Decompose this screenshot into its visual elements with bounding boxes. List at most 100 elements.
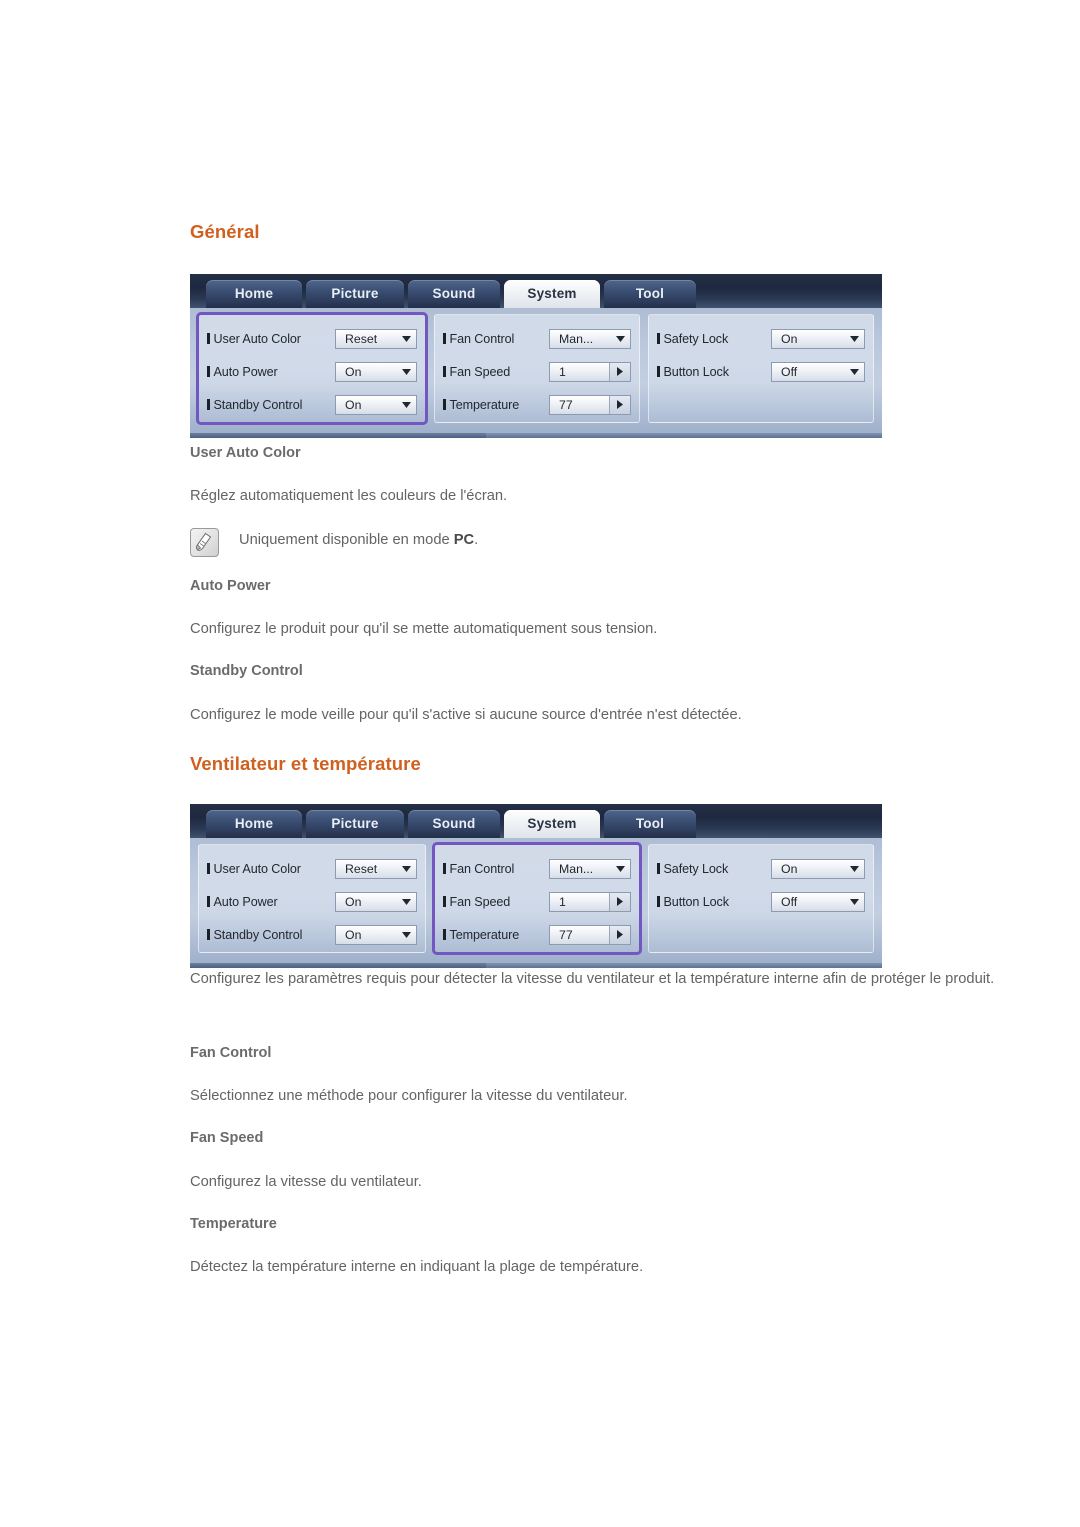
chevron-down-icon[interactable] xyxy=(396,330,416,348)
osd-label-fan-speed: Fan Speed xyxy=(443,365,549,379)
osd-stepper-temperature[interactable]: 77 xyxy=(549,394,631,415)
chevron-down-icon[interactable] xyxy=(844,363,864,381)
subheading-temperature: Temperature xyxy=(190,1216,277,1232)
chevron-down-icon[interactable] xyxy=(396,860,416,878)
osd-tab-system[interactable]: System xyxy=(504,810,600,838)
osd-column-fan: Fan Control Man... Fan Speed 1 Temperatu… xyxy=(434,314,640,423)
osd-tab-picture-label: Picture xyxy=(331,816,379,831)
osd-dropdown-safety-lock[interactable]: On xyxy=(771,858,865,879)
osd-tab-picture[interactable]: Picture xyxy=(306,280,404,308)
description-fan-speed: Configurez la vitesse du ventilateur. xyxy=(190,1174,422,1190)
bullet-icon xyxy=(443,333,446,344)
osd-tab-system-label: System xyxy=(527,816,577,831)
document-page: Général Home Picture Sound System Tool U… xyxy=(0,0,1080,1527)
osd-tab-home-label: Home xyxy=(234,816,274,831)
osd-row-auto-power: Auto Power On xyxy=(207,355,417,388)
osd-label-text: Fan Control xyxy=(449,331,515,346)
chevron-down-icon[interactable] xyxy=(396,363,416,381)
osd-screenshot-general: Home Picture Sound System Tool User Auto… xyxy=(190,274,882,438)
osd-dropdown-user-auto-color[interactable]: Reset xyxy=(335,858,417,879)
osd-dropdown-fan-control[interactable]: Man... xyxy=(549,328,631,349)
osd-row-temperature: Temperature 77 xyxy=(443,918,631,951)
osd-dropdown-button-lock[interactable]: Off xyxy=(771,891,865,912)
chevron-down-icon[interactable] xyxy=(396,926,416,944)
osd-tab-sound-label: Sound xyxy=(432,286,476,301)
description-standby-control: Configurez le mode veille pour qu'il s'a… xyxy=(190,707,742,723)
osd-value-safety-lock: On xyxy=(781,331,798,346)
osd-tab-sound[interactable]: Sound xyxy=(408,810,500,838)
note-text-prefix: Uniquement disponible en mode xyxy=(239,532,454,548)
section-heading-general: Général xyxy=(190,221,260,242)
osd-value-fan-speed: 1 xyxy=(559,364,566,379)
osd-value-user-auto-color: Reset xyxy=(345,861,378,876)
osd-label-text: Safety Lock xyxy=(663,331,729,346)
osd-stepper-temperature[interactable]: 77 xyxy=(549,924,631,945)
osd-tab-home[interactable]: Home xyxy=(206,280,302,308)
chevron-right-icon[interactable] xyxy=(609,395,630,414)
chevron-down-icon[interactable] xyxy=(610,330,630,348)
osd-label-user-auto-color: User Auto Color xyxy=(207,332,335,346)
osd-label-text: Temperature xyxy=(449,927,520,942)
osd-tab-sound[interactable]: Sound xyxy=(408,280,500,308)
osd-label-text: Button Lock xyxy=(663,894,730,909)
osd-dropdown-standby-control[interactable]: On xyxy=(335,394,417,415)
bullet-icon xyxy=(657,896,660,907)
osd-tab-home[interactable]: Home xyxy=(206,810,302,838)
osd-dropdown-button-lock[interactable]: Off xyxy=(771,361,865,382)
chevron-down-icon[interactable] xyxy=(844,860,864,878)
osd-row-fan-speed: Fan Speed 1 xyxy=(443,885,631,918)
bullet-icon xyxy=(207,896,210,907)
chevron-down-icon[interactable] xyxy=(610,860,630,878)
bullet-icon xyxy=(207,399,210,410)
osd-dropdown-auto-power[interactable]: On xyxy=(335,891,417,912)
description-temperature: Détectez la température interne en indiq… xyxy=(190,1259,644,1275)
osd-label-text: Standby Control xyxy=(213,397,303,412)
osd-stepper-fan-speed[interactable]: 1 xyxy=(549,361,631,382)
osd-value-fan-control: Man... xyxy=(559,861,594,876)
chevron-right-icon[interactable] xyxy=(609,892,630,911)
osd-label-fan-speed: Fan Speed xyxy=(443,895,549,909)
chevron-down-icon[interactable] xyxy=(844,893,864,911)
osd-tab-system[interactable]: System xyxy=(504,280,600,308)
osd-label-button-lock: Button Lock xyxy=(657,895,771,909)
osd-dropdown-standby-control[interactable]: On xyxy=(335,924,417,945)
osd-tab-tool[interactable]: Tool xyxy=(604,280,696,308)
chevron-down-icon[interactable] xyxy=(844,330,864,348)
osd-label-standby-control: Standby Control xyxy=(207,398,335,412)
chevron-down-icon[interactable] xyxy=(396,893,416,911)
osd-dropdown-safety-lock[interactable]: On xyxy=(771,328,865,349)
note-text: Uniquement disponible en mode PC. xyxy=(239,527,478,554)
osd-stepper-fan-speed[interactable]: 1 xyxy=(549,891,631,912)
osd-label-text: Standby Control xyxy=(213,927,303,942)
osd-dropdown-fan-control[interactable]: Man... xyxy=(549,858,631,879)
osd-label-text: User Auto Color xyxy=(213,331,302,346)
note-text-suffix: . xyxy=(474,532,479,548)
chevron-right-icon[interactable] xyxy=(609,925,630,944)
osd-label-fan-control: Fan Control xyxy=(443,862,549,876)
osd-tab-tool-label: Tool xyxy=(635,816,665,831)
osd-value-auto-power: On xyxy=(345,364,362,379)
osd-row-auto-power: Auto Power On xyxy=(207,885,417,918)
chevron-down-icon[interactable] xyxy=(396,396,416,414)
osd-tab-picture[interactable]: Picture xyxy=(306,810,404,838)
bullet-icon xyxy=(443,929,446,940)
osd-value-fan-control: Man... xyxy=(559,331,594,346)
osd-value-temperature: 77 xyxy=(559,397,573,412)
osd-row-user-auto-color: User Auto Color Reset xyxy=(207,322,417,355)
chevron-right-icon[interactable] xyxy=(609,362,630,381)
osd-label-text: Button Lock xyxy=(663,364,730,379)
osd-tabbar: Home Picture Sound System Tool xyxy=(190,274,882,308)
osd-tab-tool[interactable]: Tool xyxy=(604,810,696,838)
osd-row-fan-control: Fan Control Man... xyxy=(443,852,631,885)
note-text-bold: PC xyxy=(453,532,475,548)
bullet-icon xyxy=(657,863,660,874)
osd-dropdown-user-auto-color[interactable]: Reset xyxy=(335,328,417,349)
osd-row-fan-control: Fan Control Man... xyxy=(443,322,631,355)
note-user-auto-color: Uniquement disponible en mode PC. xyxy=(190,527,478,557)
osd-label-temperature: Temperature xyxy=(443,398,549,412)
osd-tab-tool-label: Tool xyxy=(635,286,665,301)
osd-tab-sound-label: Sound xyxy=(432,816,476,831)
osd-row-user-auto-color: User Auto Color Reset xyxy=(207,852,417,885)
osd-label-safety-lock: Safety Lock xyxy=(657,862,771,876)
osd-dropdown-auto-power[interactable]: On xyxy=(335,361,417,382)
